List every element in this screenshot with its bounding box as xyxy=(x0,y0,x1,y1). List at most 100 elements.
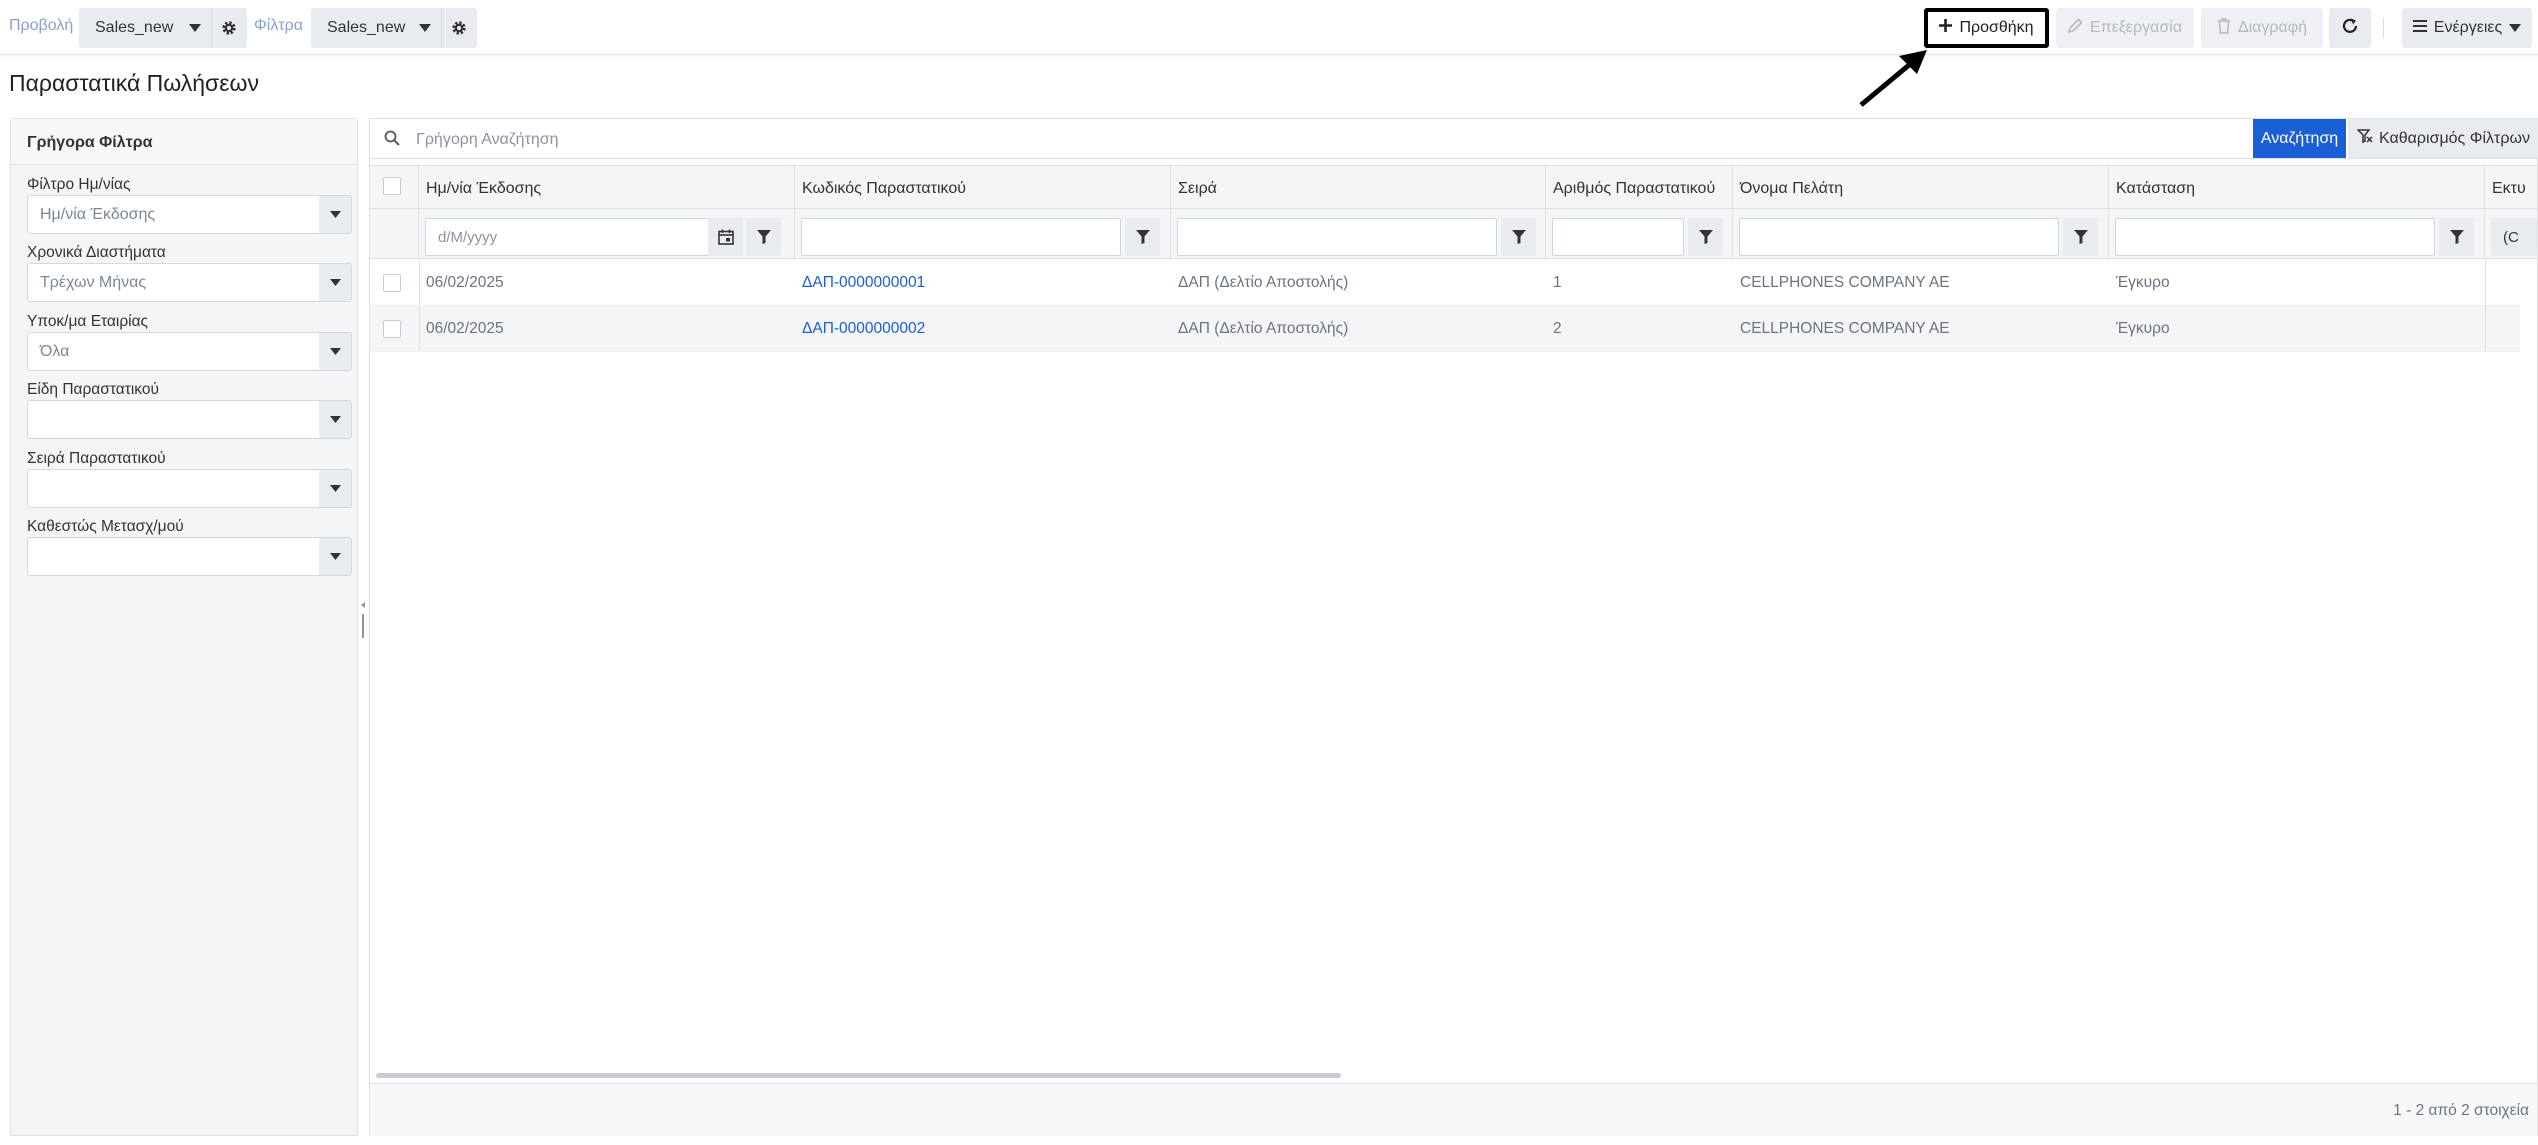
cell-customer-name: CELLPHONES COMPANY AE xyxy=(1740,274,1950,291)
filter-icon[interactable] xyxy=(2439,218,2474,256)
refresh-icon xyxy=(2341,17,2359,40)
customer-name-filter-input[interactable] xyxy=(1739,218,2059,256)
edit-button[interactable]: Επεξεργασία xyxy=(2056,8,2194,48)
table-header: Ημ/νία Έκδοσης Κωδικός Παραστατικού Σειρ… xyxy=(370,165,2537,209)
refresh-button[interactable] xyxy=(2329,8,2371,48)
cell-series: ΔΑΠ (Δελτίο Αποστολής) xyxy=(1178,320,1349,337)
cell-issue-date: 06/02/2025 xyxy=(426,274,504,291)
document-number-filter-input[interactable] xyxy=(1552,218,1684,256)
filter-icon[interactable] xyxy=(1125,218,1160,256)
filter-clear-icon xyxy=(2356,128,2373,149)
panel-splitter-handle[interactable] xyxy=(360,600,366,640)
quick-filters-title: Γρήγορα Φίλτρα xyxy=(11,119,357,165)
issue-date-filter-input[interactable]: d/M/yyyy xyxy=(425,218,713,256)
print-filter-dropdown[interactable]: (C xyxy=(2491,218,2537,256)
view-selector-value: Sales_new xyxy=(95,19,174,36)
column-header-customer-name[interactable]: Όνομα Πελάτη xyxy=(1733,166,2109,208)
column-header-issue-date[interactable]: Ημ/νία Έκδοσης xyxy=(419,166,795,208)
actions-menu-label: Ενέργειες xyxy=(2433,19,2503,36)
document-type-dropdown[interactable] xyxy=(27,400,352,439)
search-icon xyxy=(384,130,400,151)
issue-date-filter-cell: d/M/yyyy xyxy=(419,209,795,258)
filter-row-spacer xyxy=(370,209,419,258)
column-header-document-number[interactable]: Αριθμός Παραστατικού xyxy=(1546,166,1733,208)
status-filter-input[interactable] xyxy=(2115,218,2435,256)
filter-selector[interactable]: Sales_new xyxy=(311,8,477,48)
chevron-down-icon[interactable] xyxy=(319,196,351,233)
cell-document-code-link[interactable]: ΔΑΠ-0000000001 xyxy=(802,274,925,292)
menu-icon xyxy=(2412,19,2427,37)
filter-icon[interactable] xyxy=(1501,218,1536,256)
customer-name-filter-cell xyxy=(1733,209,2109,258)
cell-series: ΔΑΠ (Δελτίο Αποστολής) xyxy=(1178,274,1349,291)
cell-document-number: 1 xyxy=(1553,274,1562,291)
cell-document-code-link[interactable]: ΔΑΠ-0000000002 xyxy=(802,320,925,338)
view-label: Προβολή xyxy=(9,17,74,34)
chevron-down-icon[interactable] xyxy=(319,264,351,301)
column-divider xyxy=(2485,306,2486,351)
cell-status: Έγκυρο xyxy=(2116,320,2170,337)
company-branch-dropdown[interactable]: Όλα xyxy=(27,332,352,371)
document-code-filter-cell xyxy=(795,209,1171,258)
add-button[interactable]: Προσθήκη xyxy=(1924,8,2049,48)
chevron-down-icon[interactable] xyxy=(319,333,351,370)
delete-button[interactable]: Διαγραφή xyxy=(2201,8,2323,48)
conversion-status-dropdown[interactable] xyxy=(27,537,352,576)
cell-document-number: 2 xyxy=(1553,320,1562,337)
select-all-checkbox[interactable] xyxy=(383,177,401,195)
actions-menu-button[interactable]: Ενέργειες xyxy=(2402,8,2532,48)
filter-icon[interactable] xyxy=(746,218,781,256)
chevron-down-icon[interactable] xyxy=(179,8,211,48)
column-header-print[interactable]: Εκτυ xyxy=(2485,166,2537,208)
grid-footer: 1 - 2 από 2 στοιχεία xyxy=(370,1083,2537,1136)
select-all-cell xyxy=(370,166,419,208)
filter-icon[interactable] xyxy=(1688,218,1723,256)
conversion-status-label: Καθεστώς Μετασχ/μού xyxy=(27,518,184,535)
document-number-filter-cell xyxy=(1546,209,1733,258)
quick-search-bar[interactable]: Γρήγορη Αναζήτηση Αναζήτηση Καθαρισμός Φ… xyxy=(370,119,2538,159)
series-filter-input[interactable] xyxy=(1177,218,1497,256)
clear-filters-label: Καθαρισμός Φίλτρων xyxy=(2379,129,2530,147)
pencil-icon xyxy=(2067,18,2083,38)
column-divider xyxy=(419,260,420,305)
chevron-down-icon[interactable] xyxy=(319,401,351,438)
top-toolbar: Προβολή Sales_new Φίλτρα Sales_new Προσθ… xyxy=(0,0,2538,55)
company-branch-value: Όλα xyxy=(40,343,70,360)
filter-icon[interactable] xyxy=(2063,218,2098,256)
chevron-down-icon[interactable] xyxy=(409,8,441,48)
gear-icon[interactable] xyxy=(211,8,245,48)
document-type-label: Είδη Παραστατικού xyxy=(27,381,159,398)
page-title: Παραστατικά Πωλήσεων xyxy=(9,70,259,96)
table-row[interactable]: 06/02/2025 ΔΑΠ-0000000001 ΔΑΠ (Δελτίο Απ… xyxy=(370,260,2520,306)
plus-icon xyxy=(1939,19,1953,37)
pager-info: 1 - 2 από 2 στοιχεία xyxy=(2393,1102,2529,1119)
column-header-status[interactable]: Κατάσταση xyxy=(2109,166,2485,208)
filter-selector-value: Sales_new xyxy=(327,19,406,36)
row-checkbox[interactable] xyxy=(383,320,401,338)
table-row[interactable]: 06/02/2025 ΔΑΠ-0000000002 ΔΑΠ (Δελτίο Απ… xyxy=(370,306,2520,352)
document-code-filter-input[interactable] xyxy=(801,218,1121,256)
clear-filters-button[interactable]: Καθαρισμός Φίλτρων xyxy=(2348,119,2538,158)
time-period-label: Χρονικά Διαστήματα xyxy=(27,244,166,261)
horizontal-scrollbar[interactable] xyxy=(376,1073,1341,1078)
chevron-down-icon xyxy=(2509,19,2522,37)
column-header-document-code[interactable]: Κωδικός Παραστατικού xyxy=(795,166,1171,208)
view-selector[interactable]: Sales_new xyxy=(79,8,247,48)
document-series-dropdown[interactable] xyxy=(27,469,352,508)
gear-icon[interactable] xyxy=(441,8,475,48)
cell-issue-date: 06/02/2025 xyxy=(426,320,504,337)
chevron-down-icon[interactable] xyxy=(319,470,351,507)
delete-button-label: Διαγραφή xyxy=(2237,19,2308,36)
calendar-icon[interactable] xyxy=(708,218,743,256)
chevron-down-icon[interactable] xyxy=(319,538,351,575)
column-header-series[interactable]: Σειρά xyxy=(1171,166,1546,208)
add-button-label: Προσθήκη xyxy=(1959,19,2034,36)
time-period-dropdown[interactable]: Τρέχων Μήνας xyxy=(27,263,352,302)
search-button[interactable]: Αναζήτηση xyxy=(2253,119,2346,158)
date-filter-label: Φίλτρο Ημ/νίας xyxy=(27,176,131,193)
column-divider xyxy=(2485,260,2486,305)
row-checkbox[interactable] xyxy=(383,274,401,292)
date-filter-dropdown[interactable]: Ημ/νία Έκδοσης xyxy=(27,195,352,234)
quick-search-input[interactable]: Γρήγορη Αναζήτηση xyxy=(416,131,559,149)
date-filter-value: Ημ/νία Έκδοσης xyxy=(40,206,156,223)
